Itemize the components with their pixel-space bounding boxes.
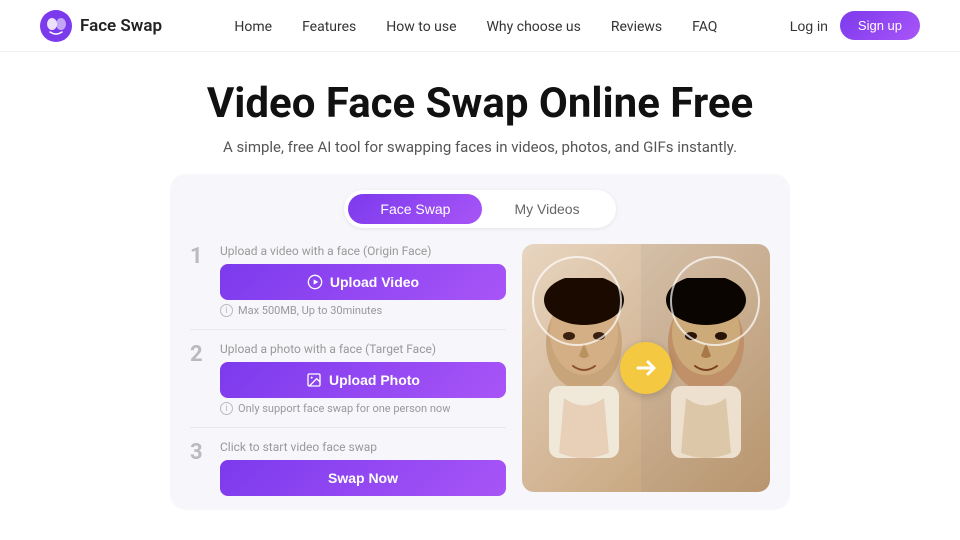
divider-1: [190, 329, 506, 330]
step-1-hint: i Max 500MB, Up to 30minutes: [220, 304, 506, 317]
logo-text: Face Swap: [80, 16, 162, 36]
step-2-hint: i Only support face swap for one person …: [220, 402, 506, 415]
tool-body: 1 Upload a video with a face (Origin Fac…: [190, 244, 770, 496]
step-1: 1 Upload a video with a face (Origin Fac…: [190, 244, 506, 317]
nav-how-to-use[interactable]: How to use: [386, 19, 456, 35]
image-icon: [306, 372, 322, 388]
upload-video-button[interactable]: Upload Video: [220, 264, 506, 300]
tool-container: Face Swap My Videos 1 Upload a video wit…: [170, 174, 790, 510]
logo-icon: [40, 10, 72, 42]
step-2-content: Upload a photo with a face (Target Face)…: [220, 342, 506, 415]
signup-button[interactable]: Sign up: [840, 11, 920, 40]
face-preview-image: [522, 244, 770, 492]
step-2-number: 2: [190, 344, 210, 366]
face-preview-panel: [522, 244, 770, 492]
step-1-label: Upload a video with a face (Origin Face): [220, 244, 506, 258]
hero-title: Video Face Swap Online Free: [20, 80, 940, 128]
upload-photo-button[interactable]: Upload Photo: [220, 362, 506, 398]
info-icon-2: i: [220, 402, 233, 415]
swap-arrow-icon: [620, 342, 672, 394]
step-2-label: Upload a photo with a face (Target Face): [220, 342, 506, 356]
play-icon: [307, 274, 323, 290]
hero-subtitle: A simple, free AI tool for swapping face…: [20, 138, 940, 156]
tab-wrapper: Face Swap My Videos: [344, 190, 615, 228]
step-3-label: Click to start video face swap: [220, 440, 506, 454]
step-1-number: 1: [190, 246, 210, 268]
login-button[interactable]: Log in: [790, 18, 828, 34]
hero-section: Video Face Swap Online Free A simple, fr…: [0, 52, 960, 174]
step-1-content: Upload a video with a face (Origin Face)…: [220, 244, 506, 317]
step-3-content: Click to start video face swap Swap Now: [220, 440, 506, 496]
nav-auth: Log in Sign up: [790, 11, 920, 40]
nav-faq[interactable]: FAQ: [692, 19, 717, 35]
logo[interactable]: Face Swap: [40, 10, 162, 42]
info-icon-1: i: [220, 304, 233, 317]
navbar: Face Swap Home Features How to use Why c…: [0, 0, 960, 52]
tabs: Face Swap My Videos: [190, 190, 770, 228]
tab-my-videos[interactable]: My Videos: [482, 194, 611, 224]
nav-features[interactable]: Features: [302, 19, 356, 35]
nav-home[interactable]: Home: [234, 19, 272, 35]
arrow-svg: [632, 354, 660, 382]
divider-2: [190, 427, 506, 428]
swap-now-button[interactable]: Swap Now: [220, 460, 506, 496]
step-3: 3 Click to start video face swap Swap No…: [190, 440, 506, 496]
step-2: 2 Upload a photo with a face (Target Fac…: [190, 342, 506, 415]
nav-links: Home Features How to use Why choose us R…: [234, 16, 717, 35]
nav-reviews[interactable]: Reviews: [611, 19, 662, 35]
steps-column: 1 Upload a video with a face (Origin Fac…: [190, 244, 506, 496]
nav-why-choose[interactable]: Why choose us: [487, 19, 581, 35]
step-3-number: 3: [190, 442, 210, 464]
tab-face-swap[interactable]: Face Swap: [348, 194, 482, 224]
